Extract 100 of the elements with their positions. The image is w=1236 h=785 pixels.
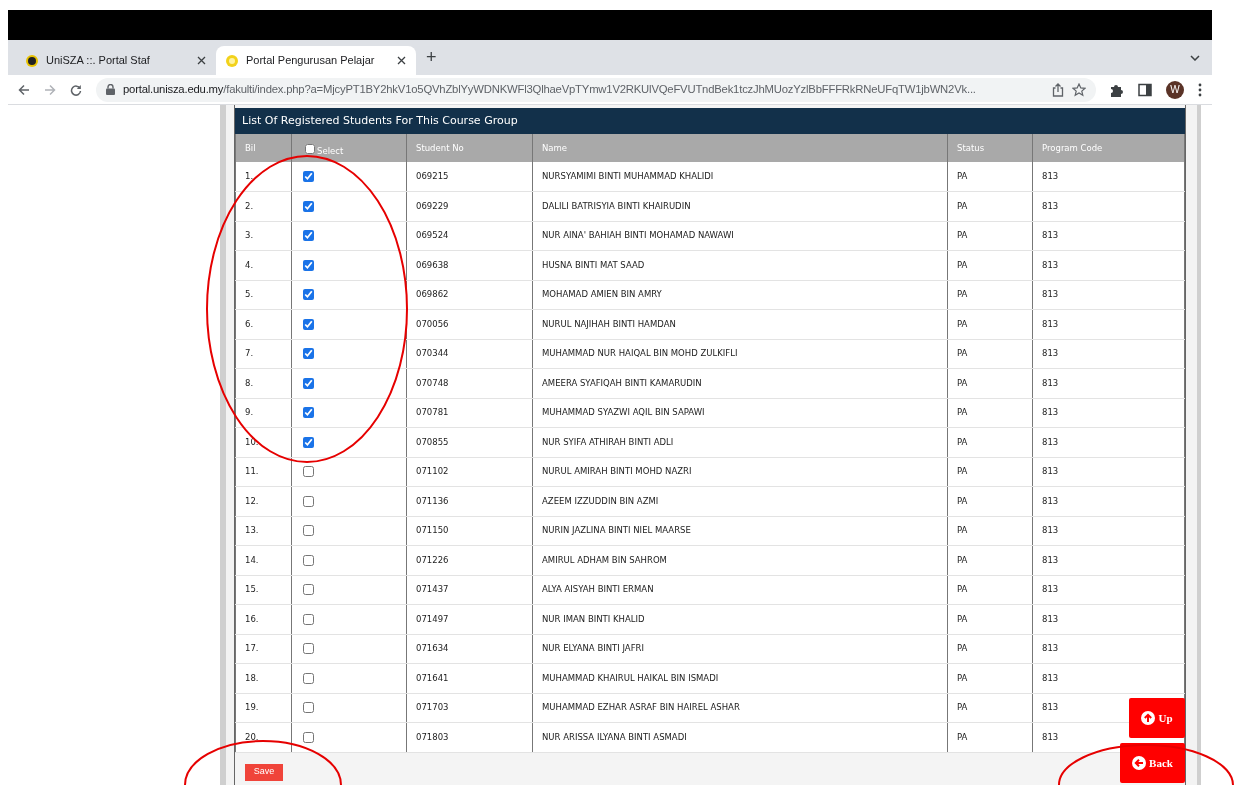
status-cell: PA xyxy=(947,457,1033,487)
student-number-cell: 071150 xyxy=(406,516,533,546)
row-checkbox[interactable] xyxy=(303,643,314,655)
column-header: Status xyxy=(947,134,1033,162)
student-number-cell: 071226 xyxy=(406,545,533,575)
lock-icon xyxy=(106,84,115,95)
row-checkbox[interactable] xyxy=(303,377,314,389)
student-number-cell: 071703 xyxy=(406,693,533,723)
student-number-cell: 071641 xyxy=(406,663,533,693)
student-number-cell: 069638 xyxy=(406,250,533,280)
row-checkbox[interactable] xyxy=(303,289,314,301)
back-icon[interactable] xyxy=(18,83,30,96)
status-cell: PA xyxy=(947,162,1033,192)
star-icon[interactable] xyxy=(1072,82,1086,97)
row-checkbox[interactable] xyxy=(303,466,314,478)
row-checkbox[interactable] xyxy=(303,554,314,566)
column-header: Program Code xyxy=(1032,134,1185,162)
student-number-cell: 070855 xyxy=(406,427,533,457)
side-panel-icon[interactable] xyxy=(1138,82,1152,97)
up-button[interactable]: Up xyxy=(1129,698,1185,738)
row-number-cell: 12. xyxy=(235,486,292,516)
student-name-cell: MUHAMMAD EZHAR ASRAF BIN HAIREL ASHAR xyxy=(532,693,948,723)
column-header: Name xyxy=(532,134,948,162)
row-checkbox[interactable] xyxy=(303,495,314,507)
row-checkbox[interactable] xyxy=(303,525,314,537)
row-checkbox[interactable] xyxy=(303,407,314,419)
status-cell: PA xyxy=(947,191,1033,221)
arrow-left-icon xyxy=(1132,756,1147,770)
row-checkbox[interactable] xyxy=(303,702,314,714)
student-name-cell: NURSYAMIMI BINTI MUHAMMAD KHALIDI xyxy=(532,162,948,192)
program-code-cell: 813 xyxy=(1032,368,1185,398)
row-number-cell: 8. xyxy=(235,368,292,398)
profile-avatar[interactable]: W xyxy=(1166,80,1184,99)
row-checkbox[interactable] xyxy=(303,230,314,242)
row-number-cell: 5. xyxy=(235,280,292,310)
student-name-cell: NUR ARISSA ILYANA BINTI ASMADI xyxy=(532,722,948,752)
row-number-cell: 15. xyxy=(235,575,292,605)
chevron-down-icon[interactable] xyxy=(1190,55,1200,61)
student-number-cell: 069229 xyxy=(406,191,533,221)
back-button[interactable]: Back xyxy=(1120,743,1185,783)
arrow-up-icon xyxy=(1141,711,1156,725)
row-checkbox[interactable] xyxy=(303,171,314,182)
student-name-cell: ALYA AISYAH BINTI ERMAN xyxy=(532,575,948,605)
status-cell: PA xyxy=(947,634,1033,664)
student-number-cell: 071136 xyxy=(406,486,533,516)
status-cell: PA xyxy=(947,221,1033,251)
row-checkbox[interactable] xyxy=(303,672,314,684)
student-number-cell: 069215 xyxy=(406,162,533,192)
student-name-cell: MOHAMAD AMIEN BIN AMRY xyxy=(532,280,948,310)
row-checkbox[interactable] xyxy=(303,318,314,330)
row-number-cell: 13. xyxy=(235,516,292,546)
status-cell: PA xyxy=(947,368,1033,398)
student-name-cell: NURIN JAZLINA BINTI NIEL MAARSE xyxy=(532,516,948,546)
row-checkbox[interactable] xyxy=(303,259,314,271)
student-name-cell: NUR SYIFA ATHIRAH BINTI ADLI xyxy=(532,427,948,457)
student-name-cell: NUR IMAN BINTI KHALID xyxy=(532,604,948,634)
row-checkbox[interactable] xyxy=(303,731,314,743)
student-name-cell: NUR ELYANA BINTI JAFRI xyxy=(532,634,948,664)
menu-icon[interactable] xyxy=(1198,82,1202,97)
row-checkbox[interactable] xyxy=(303,436,314,448)
student-number-cell: 069862 xyxy=(406,280,533,310)
program-code-cell: 813 xyxy=(1032,604,1185,634)
student-name-cell: MUHAMMAD NUR HAIQAL BIN MOHD ZULKIFLI xyxy=(532,339,948,369)
tab-title: UniSZA ::. Portal Staf xyxy=(46,53,151,69)
row-checkbox[interactable] xyxy=(303,613,314,625)
student-name-cell: NURUL AMIRAH BINTI MOHD NAZRI xyxy=(532,457,948,487)
puzzle-icon[interactable] xyxy=(1110,82,1124,97)
student-number-cell: 071102 xyxy=(406,457,533,487)
row-number-cell: 17. xyxy=(235,634,292,664)
row-checkbox[interactable] xyxy=(303,348,314,360)
close-icon[interactable] xyxy=(397,56,406,65)
share-icon[interactable] xyxy=(1052,82,1064,97)
student-name-cell: MUHAMMAD SYAZWI AQIL BIN SAPAWI xyxy=(532,398,948,428)
column-header: Select xyxy=(317,144,344,158)
new-tab-button[interactable]: + xyxy=(426,44,437,71)
select-all-checkbox[interactable] xyxy=(305,144,315,155)
save-button[interactable]: Save xyxy=(245,763,283,781)
row-checkbox[interactable] xyxy=(303,584,314,596)
address-bar[interactable]: portal.unisza.edu.my/fakulti/index.php?a=MjcyPT1BY2hkV1o5QVhZblYyWDNKWFl3QlhaeVpTYmw1V2RKUlVQeFVUTndBek1tczJhMUozYzlBbFFFRkRNeUFqTW1jbWN2Vk... xyxy=(96,77,1096,102)
program-code-cell: 813 xyxy=(1032,339,1185,369)
row-number-cell: 11. xyxy=(235,457,292,487)
status-cell: PA xyxy=(947,398,1033,428)
student-number-cell: 071803 xyxy=(406,722,533,752)
reload-icon[interactable] xyxy=(70,83,82,96)
status-cell: PA xyxy=(947,516,1033,546)
url-text: portal.unisza.edu.my/fakulti/index.php?a=MjcyPT1BY2hkV1o5QVhZblYyWDNKWFl3QlhaeVpTYmw1V2RKUlVQeFVUTndBek1tczJhMUozYzlBbFFFRkRNeUFqTW1jbWN2Vk... xyxy=(123,82,976,98)
row-checkbox[interactable] xyxy=(303,200,314,212)
row-number-cell: 7. xyxy=(235,339,292,369)
browser-tab[interactable]: Portal Pengurusan Pelajar xyxy=(216,46,416,75)
program-code-cell: 813 xyxy=(1032,575,1185,605)
status-cell: PA xyxy=(947,280,1033,310)
program-code-cell: 813 xyxy=(1032,280,1185,310)
student-number-cell: 071497 xyxy=(406,604,533,634)
tab-title: Portal Pengurusan Pelajar xyxy=(246,53,376,69)
table-title: List Of Registered Students For This Course Group xyxy=(235,108,1185,134)
status-cell: PA xyxy=(947,486,1033,516)
program-code-cell: 813 xyxy=(1032,545,1185,575)
status-cell: PA xyxy=(947,545,1033,575)
close-icon[interactable] xyxy=(197,56,206,65)
program-code-cell: 813 xyxy=(1032,309,1185,339)
